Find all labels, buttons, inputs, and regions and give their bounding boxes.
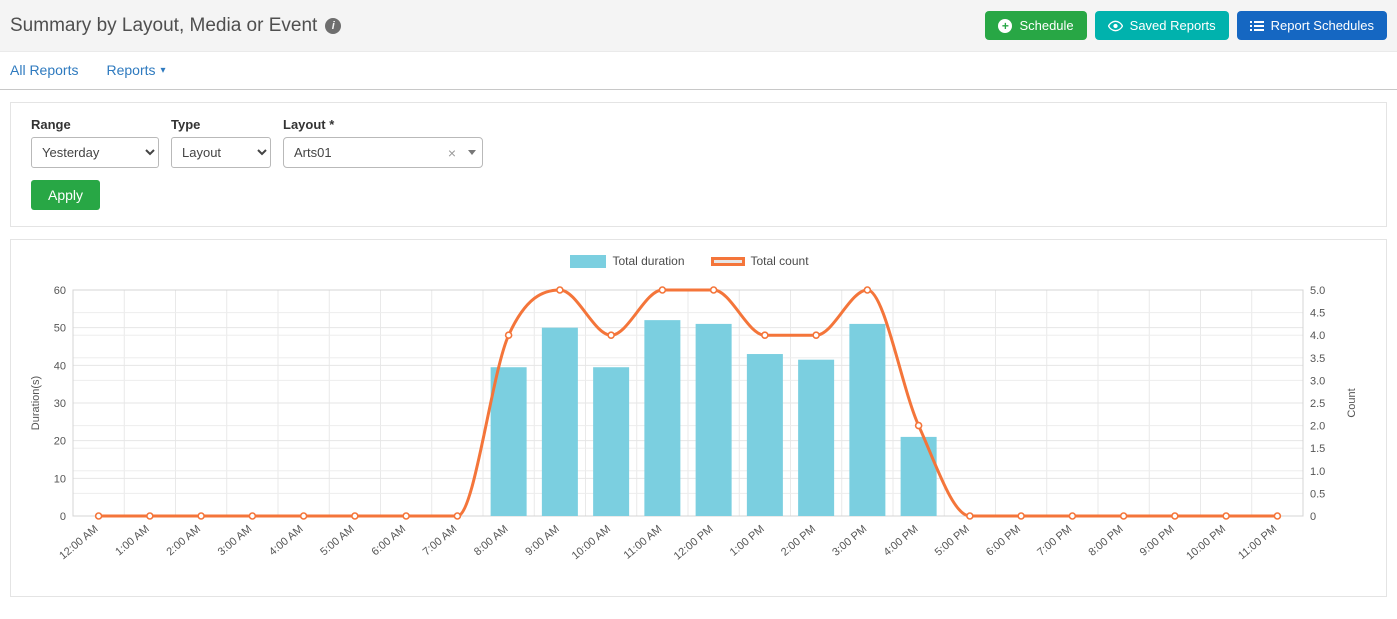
svg-text:10: 10	[54, 473, 66, 485]
type-select[interactable]: Layout	[171, 137, 271, 168]
plus-circle-icon: +	[998, 19, 1012, 33]
svg-text:3.0: 3.0	[1310, 375, 1325, 387]
svg-text:2:00 PM: 2:00 PM	[779, 523, 818, 559]
layout-select[interactable]: Arts01 ×	[283, 137, 483, 168]
svg-text:7:00 PM: 7:00 PM	[1035, 523, 1074, 559]
svg-text:3:00 PM: 3:00 PM	[830, 523, 869, 559]
svg-text:1:00 PM: 1:00 PM	[728, 523, 767, 559]
legend-item-duration: Total duration	[570, 254, 684, 268]
chevron-down-icon[interactable]	[468, 150, 476, 155]
svg-text:9:00 PM: 9:00 PM	[1138, 523, 1177, 559]
saved-reports-button[interactable]: Saved Reports	[1095, 11, 1229, 40]
svg-text:50: 50	[54, 323, 66, 335]
svg-text:Count: Count	[1346, 388, 1358, 417]
nav-reports-dropdown[interactable]: Reports ▾	[106, 62, 165, 78]
clear-icon[interactable]: ×	[440, 145, 464, 161]
legend-duration-label: Total duration	[612, 254, 684, 268]
svg-text:4:00 PM: 4:00 PM	[881, 523, 920, 559]
type-label: Type	[171, 117, 271, 132]
svg-text:2:00 AM: 2:00 AM	[164, 523, 203, 558]
layout-label: Layout *	[283, 117, 483, 132]
nav-reports-label: Reports	[106, 62, 155, 78]
svg-text:9:00 AM: 9:00 AM	[523, 523, 562, 558]
svg-text:2.5: 2.5	[1310, 398, 1325, 410]
nav-all-reports-label: All Reports	[10, 62, 78, 78]
svg-text:Duration(s): Duration(s)	[30, 376, 42, 430]
svg-text:6:00 AM: 6:00 AM	[369, 523, 408, 558]
apply-button[interactable]: Apply	[31, 180, 100, 210]
eye-icon	[1108, 20, 1123, 32]
top-bar: Summary by Layout, Media or Event i + Sc…	[0, 0, 1397, 52]
svg-text:1.0: 1.0	[1310, 466, 1325, 478]
svg-text:11:00 PM: 11:00 PM	[1236, 523, 1279, 562]
duration-swatch	[570, 255, 606, 268]
nav-row: All Reports Reports ▾	[0, 52, 1397, 90]
chevron-down-icon: ▾	[161, 65, 166, 76]
chart-legend: Total duration Total count	[11, 254, 1386, 268]
svg-text:12:00 PM: 12:00 PM	[672, 523, 716, 562]
svg-text:0: 0	[60, 511, 66, 523]
header-buttons: + Schedule Saved Reports Report Schedule…	[985, 11, 1387, 40]
svg-text:4.5: 4.5	[1310, 308, 1325, 320]
svg-text:12:00 AM: 12:00 AM	[57, 523, 100, 562]
svg-text:0.5: 0.5	[1310, 488, 1325, 500]
svg-text:4.0: 4.0	[1310, 330, 1325, 342]
svg-text:7:00 AM: 7:00 AM	[421, 523, 460, 558]
schedule-button[interactable]: + Schedule	[985, 11, 1086, 40]
svg-text:10:00 AM: 10:00 AM	[570, 523, 613, 562]
svg-text:10:00 PM: 10:00 PM	[1184, 523, 1228, 562]
svg-text:30: 30	[54, 398, 66, 410]
svg-text:4:00 AM: 4:00 AM	[267, 523, 306, 558]
svg-text:60: 60	[54, 285, 66, 297]
legend-item-count: Total count	[711, 254, 809, 268]
report-schedules-button[interactable]: Report Schedules	[1237, 11, 1387, 40]
svg-text:5.0: 5.0	[1310, 285, 1325, 297]
list-icon	[1250, 20, 1264, 32]
svg-text:11:00 AM: 11:00 AM	[622, 523, 665, 562]
svg-text:6:00 PM: 6:00 PM	[984, 523, 1023, 559]
svg-text:8:00 PM: 8:00 PM	[1086, 523, 1125, 559]
saved-reports-button-label: Saved Reports	[1130, 18, 1216, 33]
svg-text:5:00 AM: 5:00 AM	[318, 523, 357, 558]
summary-chart: 0 10 20 30 40 50 60 0 0.5 1.0 1.5 2.0 2.5 3.0 3.5 4.0 4.…	[11, 276, 1386, 588]
svg-text:0: 0	[1310, 511, 1316, 523]
svg-text:2.0: 2.0	[1310, 421, 1325, 433]
svg-text:5:00 PM: 5:00 PM	[933, 523, 972, 559]
svg-text:40: 40	[54, 360, 66, 372]
nav-all-reports[interactable]: All Reports	[10, 62, 78, 78]
page-title: Summary by Layout, Media or Event	[10, 15, 317, 37]
filter-panel: Range Yesterday Type Layout Layout * Art…	[10, 102, 1387, 227]
report-schedules-button-label: Report Schedules	[1271, 18, 1374, 33]
layout-select-value: Arts01	[294, 145, 440, 160]
legend-count-label: Total count	[751, 254, 809, 268]
svg-text:8:00 AM: 8:00 AM	[472, 523, 511, 558]
count-swatch	[711, 257, 745, 266]
svg-text:3.5: 3.5	[1310, 353, 1325, 365]
chart-panel: Total duration Total count 0 10 20 30 40 50 60…	[10, 239, 1387, 597]
svg-text:1:00 AM: 1:00 AM	[113, 523, 152, 558]
range-label: Range	[31, 117, 159, 132]
svg-text:3:00 AM: 3:00 AM	[216, 523, 255, 558]
svg-text:1.5: 1.5	[1310, 443, 1325, 455]
svg-text:20: 20	[54, 436, 66, 448]
range-select[interactable]: Yesterday	[31, 137, 159, 168]
info-icon[interactable]: i	[325, 18, 341, 34]
schedule-button-label: Schedule	[1019, 18, 1073, 33]
